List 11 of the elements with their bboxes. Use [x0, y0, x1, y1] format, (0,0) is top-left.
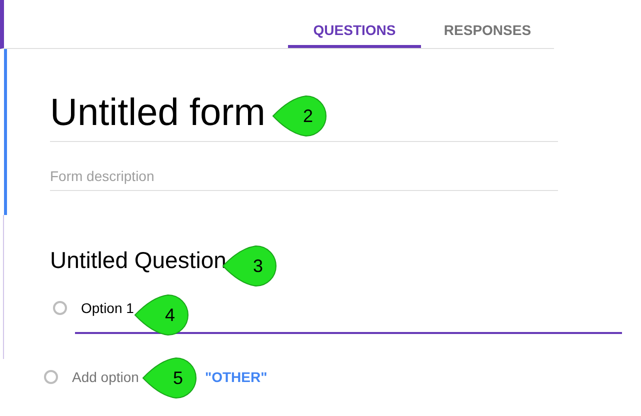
tab[interactable]: RESPONSES — [421, 0, 554, 48]
option-label[interactable]: Option 1 — [81, 300, 134, 316]
tab[interactable]: QUESTIONS — [288, 0, 421, 48]
radio-button[interactable] — [53, 301, 67, 315]
callout-badge: 4 — [134, 293, 190, 337]
callout-badge: 2 — [272, 94, 328, 138]
description-field[interactable]: Form description — [50, 142, 558, 191]
callout-badge: 5 — [142, 356, 198, 400]
add-option-label[interactable]: Add option — [72, 369, 139, 385]
radio-button[interactable] — [44, 370, 58, 384]
other-link[interactable]: "OTHER" — [204, 369, 268, 385]
